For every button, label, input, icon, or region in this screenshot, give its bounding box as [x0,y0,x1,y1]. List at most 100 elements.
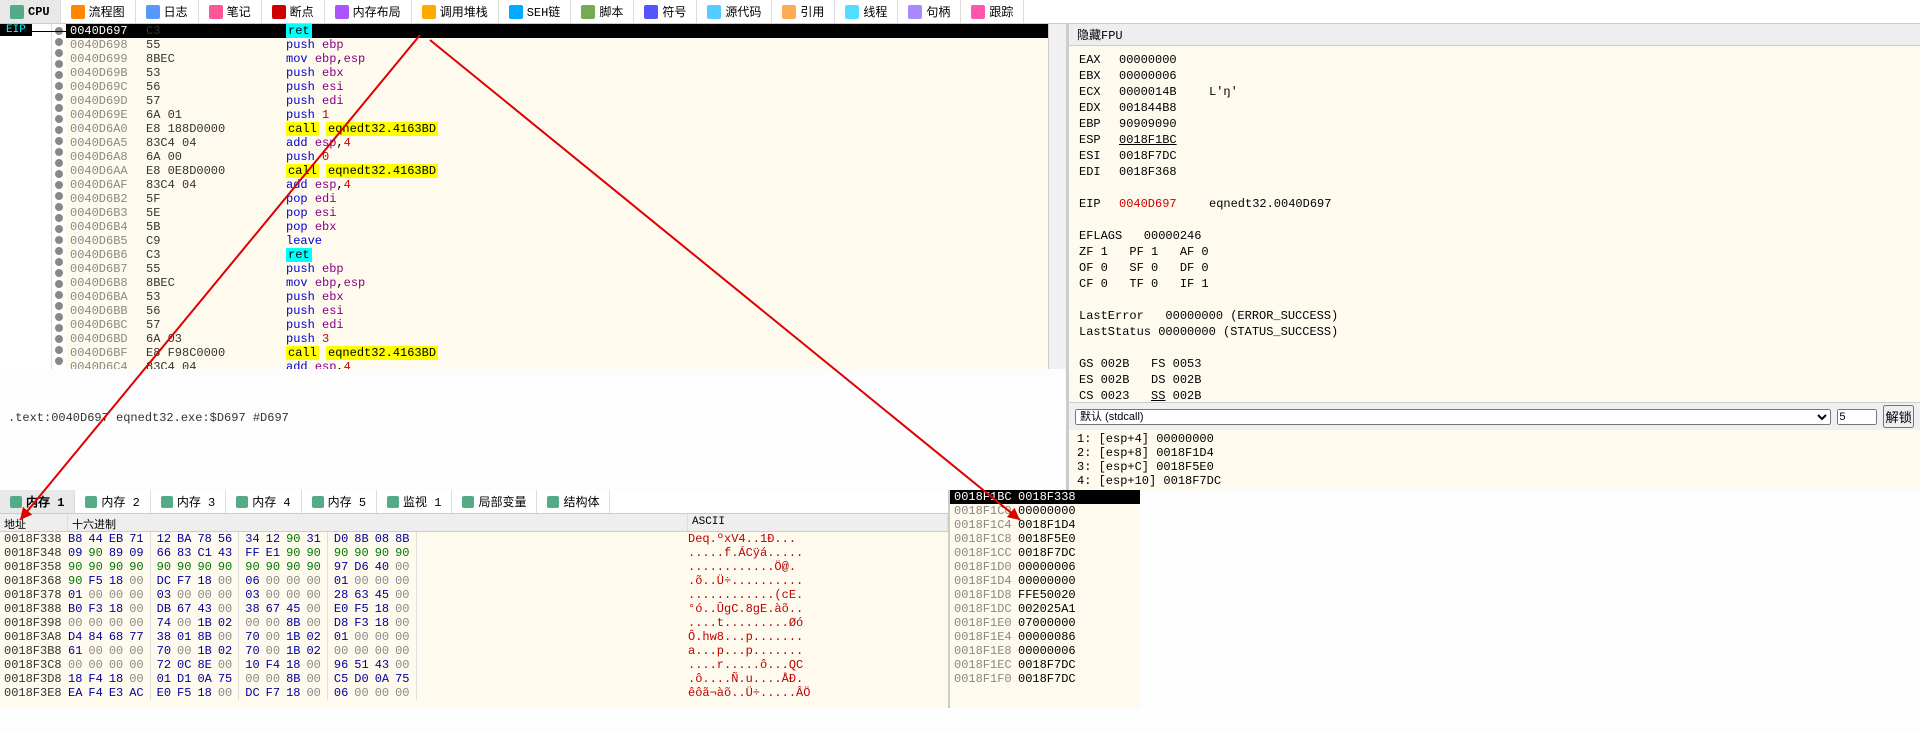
disasm-row[interactable]: 0040D6BD6A 03push 3 [66,332,1048,346]
disasm-row[interactable]: 0040D69855push ebp [66,38,1048,52]
bp-dot[interactable] [55,291,63,299]
disasm-row[interactable]: 0040D6A86A 00push 0 [66,150,1048,164]
dump-row[interactable]: 0018F338B844EB7112BA785634129031D08B088B… [0,532,948,546]
call-args[interactable]: 1: [esp+4] 000000002: [esp+8] 0018F1D43:… [1069,430,1920,490]
tab-日志[interactable]: 日志 [136,0,199,23]
dump-row[interactable]: 0018F3A8D484687738018B0070001B0201000000… [0,630,948,644]
lock-button[interactable]: 解锁 [1883,405,1914,428]
stack-row[interactable]: 0018F1E400000086 [950,630,1140,644]
tab-源代码[interactable]: 源代码 [697,0,772,23]
bp-dot[interactable] [55,38,63,46]
tab-线程[interactable]: 线程 [835,0,898,23]
dump-row[interactable]: 0018F36890F51800DCF718000600000001000000… [0,574,948,588]
tab-脚本[interactable]: 脚本 [571,0,634,23]
disasm-row[interactable]: 0040D6BA53push ebx [66,290,1048,304]
disasm-row[interactable]: 0040D6998BECmov ebp,esp [66,52,1048,66]
stack-row[interactable]: 0018F1D8FFE50020 [950,588,1140,602]
dump-tab-局部变量[interactable]: 局部变量 [452,490,537,513]
dump-row[interactable]: 0018F3C800000000720C8E0010F4180096514300… [0,658,948,672]
stack-view[interactable]: 0018F1BC0018F3380018F1C0000000000018F1C4… [950,490,1140,708]
dump-row[interactable]: 0018F35890909090909090909090909097D64000… [0,560,948,574]
dump-tab-内存 4[interactable]: 内存 4 [226,490,301,513]
reg-EDX[interactable]: EDX001844B8 [1079,100,1910,116]
call-arg[interactable]: 2: [esp+8] 0018F1D4 [1077,446,1912,460]
call-arg[interactable]: 1: [esp+4] 00000000 [1077,432,1912,446]
stack-row[interactable]: 0018F1CC0018F7DC [950,546,1140,560]
tab-笔记[interactable]: 笔记 [199,0,262,23]
bp-dot[interactable] [55,324,63,332]
bp-dot[interactable] [55,269,63,277]
bp-dot[interactable] [55,236,63,244]
disasm-row[interactable]: 0040D6AF83C4 04add esp,4 [66,178,1048,192]
stack-row[interactable]: 0018F1E800000006 [950,644,1140,658]
bp-dot[interactable] [55,148,63,156]
disasm-row[interactable]: 0040D6BB56push esi [66,304,1048,318]
scrollbar-vertical[interactable] [1048,24,1066,369]
dump-tab-内存 1[interactable]: 内存 1 [0,490,75,513]
reg-ESP[interactable]: ESP0018F1BC [1079,132,1910,148]
stack-row[interactable]: 0018F1D000000006 [950,560,1140,574]
tab-调用堆栈[interactable]: 调用堆栈 [412,0,499,23]
reg-body[interactable]: EAX00000000EBX00000006ECX0000014BL'ŋ'EDX… [1069,46,1920,402]
dump-row[interactable]: 0018F3980000000074001B0200008B00D8F31800… [0,616,948,630]
bp-dot[interactable] [55,280,63,288]
disasm-view[interactable]: 0040D697C3ret0040D69855push ebp0040D6998… [66,24,1048,369]
call-arg[interactable]: 4: [esp+10] 0018F7DC [1077,474,1912,488]
tab-跟踪[interactable]: 跟踪 [961,0,1024,23]
stack-row[interactable]: 0018F1F00018F7DC [950,672,1140,686]
stack-row[interactable]: 0018F1C40018F1D4 [950,518,1140,532]
dump-header-addr[interactable]: 地址 [0,514,68,531]
reg-EBX[interactable]: EBX00000006 [1079,68,1910,84]
bp-dot[interactable] [55,214,63,222]
bp-dot[interactable] [55,181,63,189]
tab-内存布局[interactable]: 内存布局 [325,0,412,23]
tab-句柄[interactable]: 句柄 [898,0,961,23]
callconv-select[interactable]: 默认 (stdcall) [1075,409,1831,425]
stack-row[interactable]: 0018F1BC0018F338 [950,490,1140,504]
disasm-row[interactable]: 0040D69E6A 01push 1 [66,108,1048,122]
disasm-row[interactable]: 0040D6A583C4 04add esp,4 [66,136,1048,150]
bp-dot[interactable] [55,115,63,123]
call-arg[interactable]: 3: [esp+C] 0018F5E0 [1077,460,1912,474]
dump-tab-内存 3[interactable]: 内存 3 [151,490,226,513]
bp-dot[interactable] [55,335,63,343]
dump-row[interactable]: 0018F3B86100000070001B0270001B0200000000… [0,644,948,658]
dump-header-ascii[interactable]: ASCII [688,514,948,531]
reg-EBP[interactable]: EBP90909090 [1079,116,1910,132]
stack-row[interactable]: 0018F1DC002025A1 [950,602,1140,616]
disasm-row[interactable]: 0040D6A0E8 188D0000call eqnedt32.4163BD [66,122,1048,136]
tab-符号[interactable]: 符号 [634,0,697,23]
bp-dot[interactable] [55,170,63,178]
disasm-row[interactable]: 0040D69D57push edi [66,94,1048,108]
tab-断点[interactable]: 断点 [262,0,325,23]
bp-dot[interactable] [55,126,63,134]
disasm-row[interactable]: 0040D6C483C4 04add esp,4 [66,360,1048,369]
reg-EAX[interactable]: EAX00000000 [1079,52,1910,68]
disasm-row[interactable]: 0040D6BC57push edi [66,318,1048,332]
bp-dot[interactable] [55,93,63,101]
bp-dot[interactable] [55,225,63,233]
disasm-row[interactable]: 0040D6B88BECmov ebp,esp [66,276,1048,290]
reg-ECX[interactable]: ECX0000014BL'ŋ' [1079,84,1910,100]
stack-row[interactable]: 0018F1C80018F5E0 [950,532,1140,546]
tab-SEH链[interactable]: SEH链 [499,0,572,23]
bp-dot[interactable] [55,82,63,90]
dump-body[interactable]: 0018F338B844EB7112BA785634129031D08B088B… [0,532,948,708]
disasm-row[interactable]: 0040D69C56push esi [66,80,1048,94]
dump-tab-监视 1[interactable]: 监视 1 [377,490,452,513]
reg-EIP[interactable]: EIP0040D697eqnedt32.0040D697 [1079,196,1910,212]
bp-dot[interactable] [55,302,63,310]
disasm-row[interactable]: 0040D69B53push ebx [66,66,1048,80]
dump-tab-内存 2[interactable]: 内存 2 [75,490,150,513]
disasm-row[interactable]: 0040D6B755push ebp [66,262,1048,276]
bp-dot[interactable] [55,203,63,211]
dump-header-hex[interactable]: 十六进制 [68,514,688,531]
tab-流程图[interactable]: 流程图 [61,0,136,23]
dump-row[interactable]: 0018F3E8EAF4E3ACE0F51800DCF7180006000000… [0,686,948,700]
arg-count-input[interactable] [1837,409,1877,425]
dump-tab-结构体[interactable]: 结构体 [537,490,610,513]
disasm-row[interactable]: 0040D6BFE8 F98C0000call eqnedt32.4163BD [66,346,1048,360]
disasm-row[interactable]: 0040D6B45Bpop ebx [66,220,1048,234]
dump-row[interactable]: 0018F388B0F31800DB67430038674500E0F51800… [0,602,948,616]
bp-dot[interactable] [55,192,63,200]
